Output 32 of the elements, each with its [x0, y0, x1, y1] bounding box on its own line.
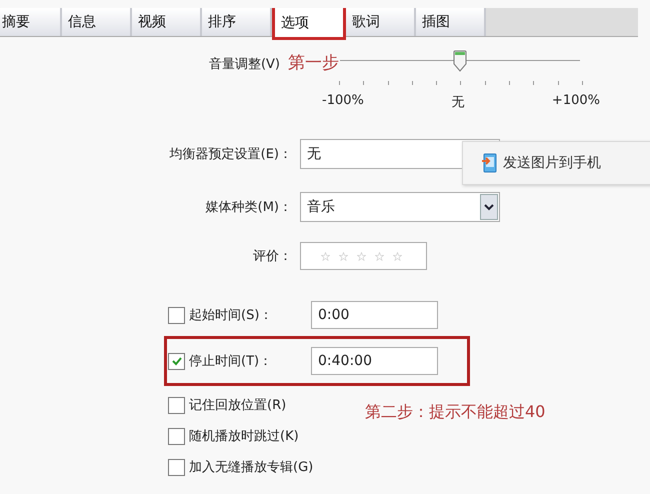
slider-thumb[interactable] — [453, 50, 467, 72]
phone-icon — [481, 153, 497, 173]
media-type-dropdown[interactable]: 音乐 — [300, 192, 500, 222]
tab[interactable]: 选项 — [272, 8, 346, 40]
rating-stars[interactable] — [321, 252, 402, 260]
tab[interactable]: 歌词 — [346, 8, 416, 36]
tab[interactable]: 摘要 — [0, 8, 62, 36]
checkbox-label: 停止时间(T)： — [189, 353, 274, 370]
tab[interactable]: 排序 — [202, 8, 272, 36]
step-annotation: 第二步：提示不能超过40 — [365, 402, 546, 423]
checkbox-box[interactable] — [168, 352, 185, 370]
checkbox-label: 加入无缝播放专辑(G) — [189, 459, 314, 476]
start-time-field[interactable]: 0:00 — [311, 301, 438, 329]
scale-label: +100% — [552, 93, 600, 110]
tab[interactable]: 插图 — [416, 8, 486, 36]
tab[interactable]: 信息 — [62, 8, 132, 36]
checkbox-box[interactable] — [168, 396, 185, 414]
checkbox-box[interactable] — [168, 458, 185, 476]
checkbox-box[interactable] — [168, 306, 185, 324]
scale-label: -100% — [322, 93, 364, 110]
stop-time-field[interactable]: 0:40:00 — [311, 347, 438, 375]
field-label: 评价： — [252, 248, 293, 265]
checkbox-label: 记住回放位置(R) — [189, 397, 286, 414]
field-label: 媒体种类(M)： — [204, 199, 293, 216]
step-annotation: 第一步 — [288, 52, 339, 74]
checkbox-label: 起始时间(S)： — [189, 307, 274, 324]
checkbox-label: 随机播放时跳过(K) — [189, 428, 299, 445]
field-label: 音量调整(V) — [208, 56, 281, 73]
field-label: 均衡器预定设置(E)： — [168, 146, 293, 163]
scale-label: 无 — [451, 94, 464, 111]
checkbox-box[interactable] — [168, 428, 185, 444]
tab[interactable]: 视频 — [132, 8, 202, 36]
